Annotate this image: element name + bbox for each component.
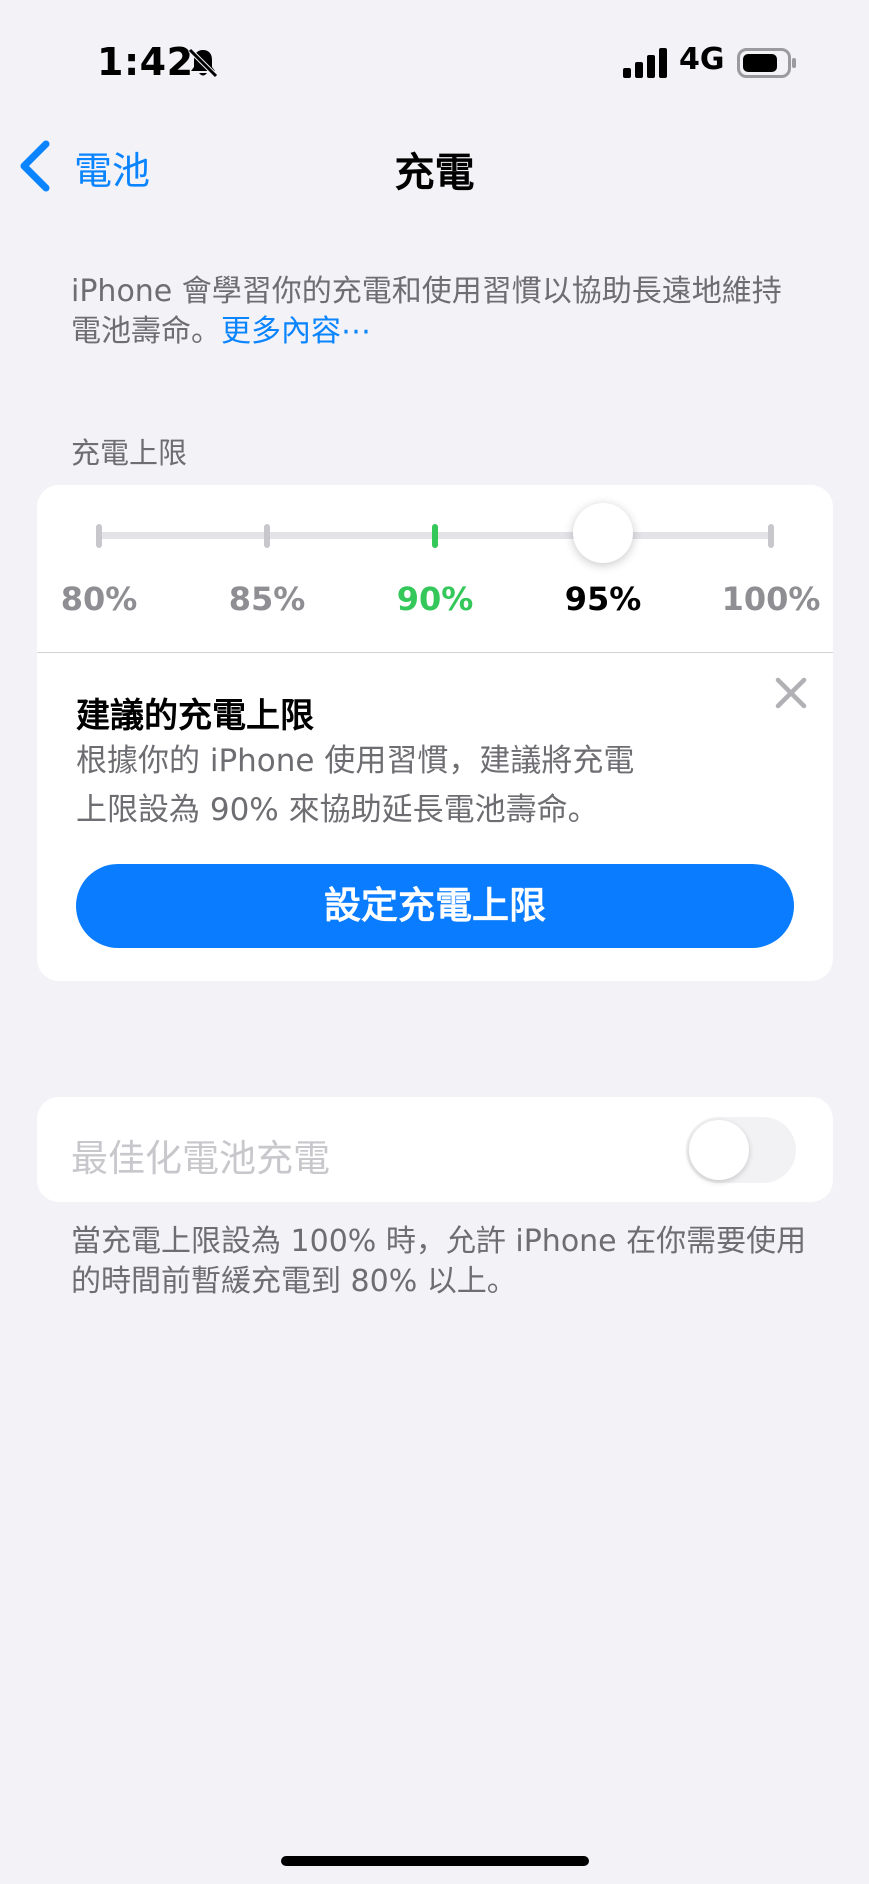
battery-icon <box>737 48 796 78</box>
page-title: 充電 <box>394 150 475 196</box>
divider <box>37 652 833 653</box>
suggestion-body: 根據你的 iPhone 使用習慣，建議將充電 上限設為 90% 來協助延長電池壽… <box>76 737 776 835</box>
optimized-charging-toggle[interactable] <box>686 1117 796 1183</box>
charge-limit-slider-thumb[interactable] <box>573 503 633 563</box>
slider-label-85: 85% <box>228 580 306 618</box>
optimized-charging-label: 最佳化電池充電 <box>71 1137 330 1180</box>
suggestion-body-line-1: 根據你的 iPhone 使用習慣，建議將充電 <box>76 743 635 779</box>
description: iPhone 會學習你的充電和使用習慣以協助長遠地維持電池壽命。更多內容⋯ <box>71 272 801 352</box>
slider-tick-100[interactable] <box>768 524 774 548</box>
slider-tick-90[interactable] <box>432 524 438 548</box>
description-text: iPhone 會學習你的充電和使用習慣以協助長遠地維持電池壽命。 <box>71 274 782 349</box>
suggestion-body-line-2: 上限設為 90% 來協助延長電池壽命。 <box>76 792 599 828</box>
status-time: 1:42 <box>97 40 194 84</box>
signal-icon <box>623 48 667 78</box>
network-type: 4G <box>679 42 725 77</box>
set-charge-limit-button[interactable]: 設定充電上限 <box>76 864 794 948</box>
more-info-link[interactable]: 更多內容⋯ <box>221 314 371 349</box>
suggestion-title: 建議的充電上限 <box>76 696 314 736</box>
close-icon[interactable] <box>774 676 808 710</box>
slider-label-90: 90% <box>396 580 474 618</box>
optimized-charging-footnote: 當充電上限設為 100% 時，允許 iPhone 在你需要使用的時間前暫緩充電到… <box>71 1224 807 1299</box>
section-label-charge-limit: 充電上限 <box>71 436 188 470</box>
slider-label-95: 95% <box>564 580 642 618</box>
home-indicator[interactable] <box>281 1856 589 1866</box>
slider-tick-85[interactable] <box>264 524 270 548</box>
toggle-thumb <box>689 1120 749 1180</box>
bell-slash-icon <box>188 48 218 78</box>
slider-tick-80[interactable] <box>96 524 102 548</box>
slider-label-80: 80% <box>60 580 138 618</box>
slider-label-100: 100% <box>721 580 821 618</box>
